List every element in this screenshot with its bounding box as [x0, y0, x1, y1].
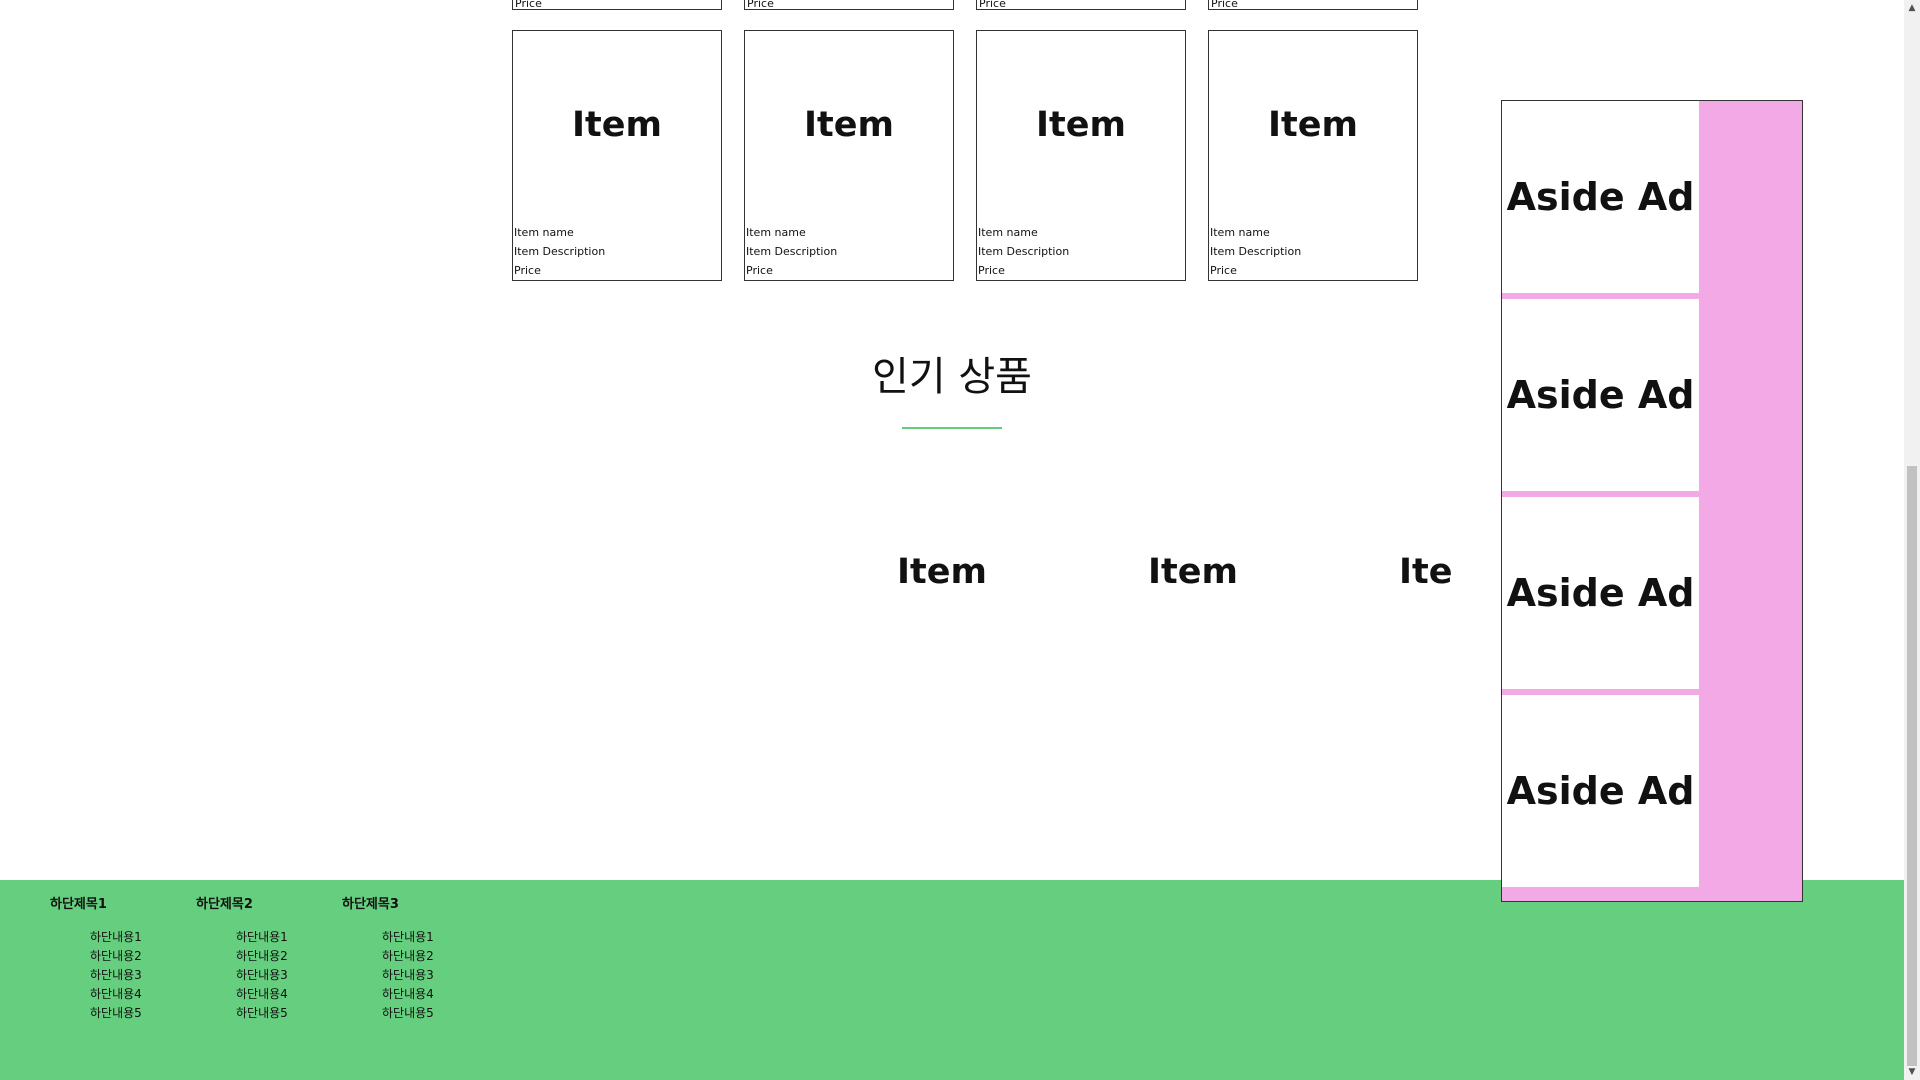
item-name: Item name [1210, 226, 1270, 239]
footer-link[interactable]: 하단내용1 [90, 928, 190, 947]
aside-ad[interactable]: Aside Ad [1502, 101, 1699, 293]
footer-column: 하단제목1 하단내용1 하단내용2 하단내용3 하단내용4 하단내용5 [50, 894, 190, 1023]
vertical-scrollbar[interactable]: ▲ ▼ [1904, 0, 1920, 1080]
item-description: Item Description [514, 245, 606, 258]
footer-link[interactable]: 하단내용2 [382, 947, 482, 966]
item-thumbnail-label: Item [804, 105, 894, 145]
product-card[interactable]: Item Item name Item Description Price [512, 30, 722, 281]
item-name: Item name [514, 226, 574, 239]
product-card[interactable]: Item Item name Item Description Price [744, 30, 954, 281]
popular-item[interactable]: Item [1113, 540, 1273, 604]
item-price: Price [979, 0, 1006, 10]
product-card-partial[interactable]: Price [512, 0, 722, 10]
footer-link[interactable]: 하단내용5 [382, 1004, 482, 1023]
item-thumbnail-label: Item [572, 105, 662, 145]
item-thumbnail-label: Item [1268, 105, 1358, 145]
footer-link[interactable]: 하단내용3 [236, 966, 336, 985]
item-meta: Item name Item Description Price [514, 223, 605, 280]
footer-column-title: 하단제목2 [196, 897, 253, 912]
footer-link[interactable]: 하단내용1 [382, 928, 482, 947]
product-card[interactable]: Item Item name Item Description Price [1208, 30, 1418, 281]
footer-link-list: 하단내용1 하단내용2 하단내용3 하단내용4 하단내용5 [196, 928, 336, 1023]
item-name: Item name [746, 226, 806, 239]
product-card-partial[interactable]: Price [1208, 0, 1418, 10]
aside-ad[interactable]: Aside Ad [1502, 695, 1699, 887]
footer-link-list: 하단내용1 하단내용2 하단내용3 하단내용4 하단내용5 [342, 928, 482, 1023]
footer-column: 하단제목2 하단내용1 하단내용2 하단내용3 하단내용4 하단내용5 [196, 894, 336, 1023]
footer-link[interactable]: 하단내용2 [90, 947, 190, 966]
popular-item[interactable]: Item [862, 540, 1022, 604]
item-price: Price [978, 264, 1005, 277]
footer-column-title: 하단제목1 [50, 897, 107, 912]
product-card[interactable]: Item Item name Item Description Price [976, 30, 1186, 281]
footer-link-list: 하단내용1 하단내용2 하단내용3 하단내용4 하단내용5 [50, 928, 190, 1023]
footer-link[interactable]: 하단내용3 [90, 966, 190, 985]
footer: 하단제목1 하단내용1 하단내용2 하단내용3 하단내용4 하단내용5 하단제목… [0, 880, 1904, 1080]
scroll-up-arrow-icon[interactable]: ▲ [1904, 0, 1920, 16]
popular-carousel: Item Item Item [860, 540, 1452, 604]
aside-ad-panel: Aside Ad Aside Ad Aside Ad Aside Ad [1501, 100, 1803, 902]
footer-link[interactable]: 하단내용2 [236, 947, 336, 966]
footer-link[interactable]: 하단내용4 [382, 985, 482, 1004]
popular-item[interactable]: Item [1364, 540, 1452, 604]
item-description: Item Description [978, 245, 1070, 258]
item-price: Price [747, 0, 774, 10]
item-price: Price [515, 0, 542, 10]
footer-link[interactable]: 하단내용4 [236, 985, 336, 1004]
section-title-popular: 인기 상품 [872, 354, 1032, 400]
item-description: Item Description [1210, 245, 1302, 258]
product-card-partial[interactable]: Price [744, 0, 954, 10]
item-price: Price [1210, 264, 1237, 277]
scrollbar-thumb[interactable] [1907, 466, 1917, 1066]
footer-link[interactable]: 하단내용3 [382, 966, 482, 985]
footer-column: 하단제목3 하단내용1 하단내용2 하단내용3 하단내용4 하단내용5 [342, 894, 482, 1023]
item-thumbnail-label: Item [1036, 105, 1126, 145]
item-meta: Item name Item Description Price [978, 223, 1069, 280]
footer-link[interactable]: 하단내용1 [236, 928, 336, 947]
aside-ad[interactable]: Aside Ad [1502, 497, 1699, 689]
aside-ad[interactable]: Aside Ad [1502, 299, 1699, 491]
item-description: Item Description [746, 245, 838, 258]
item-price: Price [514, 264, 541, 277]
item-meta: Item name Item Description Price [1210, 223, 1301, 280]
footer-link[interactable]: 하단내용5 [236, 1004, 336, 1023]
scroll-down-arrow-icon[interactable]: ▼ [1904, 1064, 1920, 1080]
item-price: Price [746, 264, 773, 277]
item-price: Price [1211, 0, 1238, 10]
footer-link[interactable]: 하단내용5 [90, 1004, 190, 1023]
footer-column-title: 하단제목3 [342, 897, 399, 912]
item-meta: Item name Item Description Price [746, 223, 837, 280]
footer-link[interactable]: 하단내용4 [90, 985, 190, 1004]
item-name: Item name [978, 226, 1038, 239]
section-underline [902, 427, 1002, 429]
product-card-partial[interactable]: Price [976, 0, 1186, 10]
